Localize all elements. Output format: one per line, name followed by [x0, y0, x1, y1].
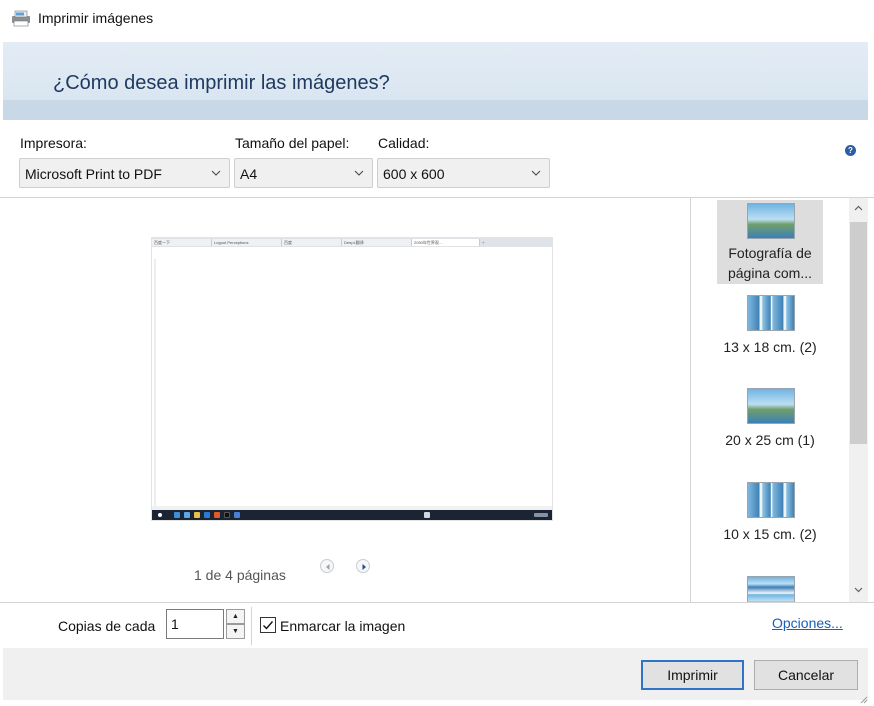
printer-select[interactable]: Microsoft Print to PDF	[19, 158, 230, 188]
options-link[interactable]: Opciones...	[772, 615, 843, 631]
copies-label: Copias de cada	[58, 618, 156, 634]
layout-item-20x25[interactable]: 20 x 25 cm (1)	[717, 386, 823, 466]
divider-copies	[251, 607, 252, 645]
paper-size-select[interactable]: A4	[234, 158, 373, 188]
preview-sidebar	[154, 259, 156, 509]
layout-label: 13 x 18 cm. (2)	[723, 339, 817, 355]
scroll-down-icon[interactable]	[853, 585, 864, 596]
dialog-heading: ¿Cómo desea imprimir las imágenes?	[53, 72, 390, 94]
copies-input[interactable]	[166, 609, 224, 639]
title-bar: Imprimir imágenes	[0, 0, 874, 40]
help-icon[interactable]: ?	[845, 145, 856, 156]
fit-picture-checkbox[interactable]	[260, 617, 276, 633]
app-icon	[174, 512, 180, 518]
layout-thumbnail	[747, 576, 795, 602]
previous-page-button[interactable]	[320, 559, 334, 573]
preview-tab: 2050年世界观...	[412, 239, 480, 246]
layout-item-full-page[interactable]: Fotografía de página com...	[717, 200, 823, 284]
header-strip	[3, 100, 868, 120]
printer-icon	[12, 10, 30, 27]
layout-thumbnail	[747, 482, 795, 518]
terminal-icon	[224, 512, 230, 518]
layout-label: Fotografía de página com...	[727, 245, 813, 281]
app-icon	[204, 512, 210, 518]
quality-select[interactable]: 600 x 600	[377, 158, 550, 188]
scroll-up-icon[interactable]	[853, 204, 864, 215]
preview-new-tab: +	[482, 240, 485, 245]
print-preview-page: 百度一下 Logout Perceptions 百度 DeepL翻译 2050年…	[151, 237, 553, 521]
checkmark-icon	[263, 621, 274, 630]
layout-thumbnail	[747, 203, 795, 239]
page-counter: 1 de 4 páginas	[194, 567, 286, 583]
copies-increment-button[interactable]: ▲	[226, 609, 245, 624]
preview-tab: 百度	[282, 239, 342, 246]
chevron-down-icon	[211, 170, 221, 176]
print-button[interactable]: Imprimir	[641, 660, 744, 690]
print-pictures-dialog: Imprimir imágenes ¿Cómo desea imprimir l…	[0, 0, 874, 706]
browser-icon	[214, 512, 220, 518]
layout-item-10x15[interactable]: 10 x 15 cm. (2)	[717, 480, 823, 560]
tray-icon	[424, 512, 430, 518]
preview-tab: Logout Perceptions	[212, 239, 282, 246]
chevron-down-icon	[354, 170, 364, 176]
layout-item-partial[interactable]	[717, 574, 823, 602]
preview-body	[152, 247, 552, 512]
quality-label: Calidad:	[378, 135, 430, 151]
preview-browser-tabs: 百度一下 Logout Perceptions 百度 DeepL翻译 2050年…	[152, 238, 552, 247]
resize-grip-icon[interactable]	[858, 694, 868, 704]
layout-label: 10 x 15 cm. (2)	[723, 526, 817, 542]
app-icon	[234, 512, 240, 518]
paper-size-value: A4	[240, 166, 258, 182]
layout-thumbnail	[747, 295, 795, 331]
printer-label: Impresora:	[20, 135, 87, 151]
preview-taskbar	[152, 510, 552, 520]
quality-value: 600 x 600	[383, 166, 445, 182]
header-band: ¿Cómo desea imprimir las imágenes?	[3, 42, 868, 120]
clock-icon	[534, 513, 548, 517]
folder-icon	[194, 512, 200, 518]
arrow-right-icon	[362, 564, 366, 570]
next-page-button[interactable]	[356, 559, 370, 573]
window-title: Imprimir imágenes	[38, 10, 154, 26]
cancel-button[interactable]: Cancelar	[754, 660, 858, 690]
layout-scrollbar[interactable]	[849, 198, 868, 602]
copies-decrement-button[interactable]: ▼	[226, 624, 245, 639]
preview-tab: 百度一下	[152, 239, 212, 246]
layout-item-13x18[interactable]: 13 x 18 cm. (2)	[717, 293, 823, 373]
paper-size-label: Tamaño del papel:	[235, 135, 350, 151]
arrow-left-icon	[326, 564, 330, 570]
search-icon	[158, 513, 162, 517]
app-icon	[184, 512, 190, 518]
chevron-down-icon	[531, 170, 541, 176]
fit-picture-label: Enmarcar la imagen	[280, 618, 406, 634]
scroll-thumb[interactable]	[850, 222, 867, 444]
divider-bottom	[0, 602, 874, 603]
layout-list: Fotografía de página com... 13 x 18 cm. …	[691, 198, 849, 602]
printer-value: Microsoft Print to PDF	[25, 166, 162, 182]
layout-label: 20 x 25 cm (1)	[725, 432, 815, 448]
preview-tab: DeepL翻译	[342, 239, 412, 246]
layout-thumbnail	[747, 388, 795, 424]
